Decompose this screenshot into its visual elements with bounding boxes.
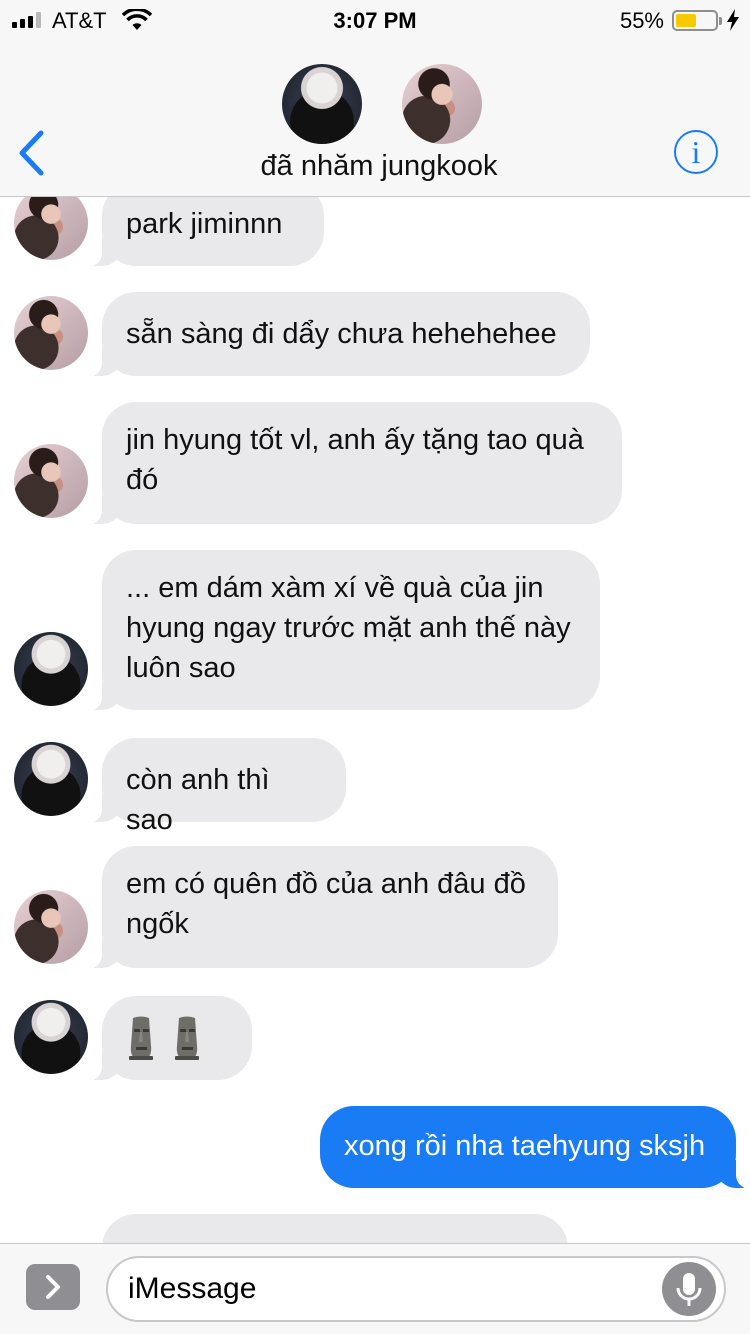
message-text: ngốk [126, 908, 189, 940]
dictation-button[interactable] [662, 1262, 716, 1316]
info-icon[interactable]: i [674, 130, 718, 174]
message-text: đó [126, 464, 159, 496]
microphone-icon [676, 1273, 702, 1306]
message-bubble[interactable]: còn anh thì sao [88, 738, 346, 836]
app-drawer-button[interactable] [26, 1264, 80, 1310]
charging-bolt-icon [727, 9, 739, 31]
message-text: sẵn sàng đi dẩy chưa hehehehee [126, 318, 557, 350]
group-avatars[interactable] [282, 64, 482, 146]
sender-avatar[interactable] [14, 632, 88, 706]
message-bubble[interactable] [88, 996, 252, 1081]
message-text: park jiminnn [126, 208, 283, 240]
battery-icon [672, 10, 722, 31]
message-input-placeholder: iMessage [128, 1272, 257, 1305]
status-bar: AT&T 3:07 PM 55% [0, 0, 750, 40]
moai-icon [175, 1016, 199, 1060]
message-text: ... em dám xàm xí về quà của jin [126, 572, 544, 604]
moai-icon [129, 1016, 153, 1060]
sender-avatar[interactable] [14, 296, 88, 370]
message-text: jin hyung tốt vl, anh ấy tặng tao quà [126, 424, 584, 456]
message-input[interactable]: iMessage [106, 1256, 726, 1322]
message-bubble[interactable]: ... em dám xàm xí về quà của jin hyung n… [88, 550, 600, 711]
message-composer: iMessage [0, 1243, 750, 1334]
emoji-row [126, 996, 228, 1080]
member-avatar[interactable] [402, 64, 482, 144]
message-bubble[interactable]: jin hyung tốt vl, anh ấy tặng tao quà đó [88, 402, 622, 525]
sender-avatar[interactable] [14, 1000, 88, 1074]
outgoing-message-bubble[interactable]: xong rồi nha taehyung sksjh [320, 1106, 750, 1189]
imessage-screen: park jiminnn sẵn sàng đi dẩy chưa hehehe… [0, 0, 750, 1334]
message-text: em có quên đồ của anh đâu đồ [126, 868, 526, 900]
message-text: hyung ngay trước mặt anh thế này [126, 612, 571, 644]
message-text: xong rồi nha taehyung sksjh [344, 1130, 706, 1162]
message-text: luôn sao [126, 652, 236, 684]
member-avatar[interactable] [282, 64, 362, 144]
sender-avatar[interactable] [14, 742, 88, 816]
sender-avatar[interactable] [14, 186, 88, 260]
conversation-header: AT&T 3:07 PM 55% đã nhăm jungkook i [0, 0, 750, 197]
battery-percentage: 55% [619, 8, 664, 33]
message-text: còn anh thì sao [126, 764, 270, 836]
message-bubble[interactable]: sẵn sàng đi dẩy chưa hehehehee [88, 292, 590, 377]
sender-avatar[interactable] [14, 890, 88, 964]
conversation-title[interactable]: đã nhăm jungkook [0, 150, 750, 183]
message-bubble[interactable]: em có quên đồ của anh đâu đồ ngốk [88, 846, 558, 969]
chevron-right-icon [46, 1275, 60, 1299]
sender-avatar[interactable] [14, 444, 88, 518]
